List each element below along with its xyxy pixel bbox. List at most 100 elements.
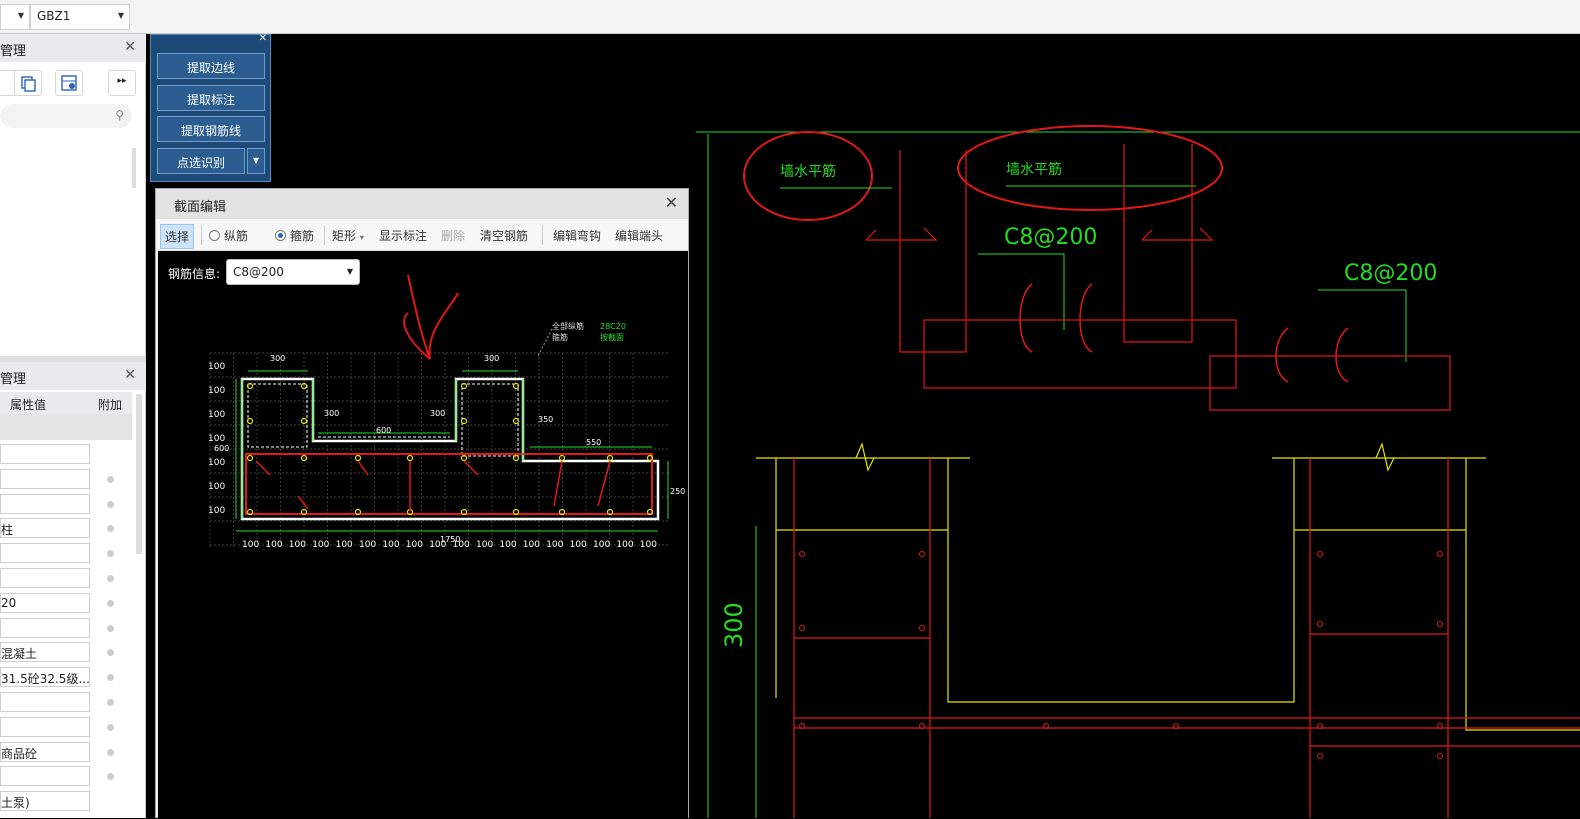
- property-value-field[interactable]: [0, 692, 90, 712]
- extra-dot-icon[interactable]: [107, 773, 114, 781]
- property-value-field[interactable]: [0, 493, 90, 514]
- rebar-point: [406, 454, 414, 462]
- tick-label: 100: [382, 540, 399, 550]
- longitudinal-radio[interactable]: 纵筋: [209, 227, 248, 244]
- scrollbar[interactable]: [132, 148, 136, 188]
- component-combo[interactable]: GBZ1 ▼: [30, 4, 130, 30]
- rebar-circle: [1317, 753, 1323, 759]
- rebar-point: [460, 417, 468, 425]
- copy-icon: [21, 76, 36, 92]
- property-value-field[interactable]: [0, 716, 90, 737]
- section-canvas[interactable]: 钢筋信息: C8@200 ▼ 全部纵筋 箍筋 28C20 按截面 300 300 …: [158, 251, 688, 819]
- property-value-field[interactable]: 31.5砼32.5级...: [0, 667, 90, 688]
- property-value-field[interactable]: [0, 617, 90, 638]
- divider: [201, 225, 202, 245]
- rebar-point: [354, 454, 362, 462]
- rebar-circle: [1437, 753, 1443, 759]
- layer-copy-button[interactable]: [55, 70, 83, 96]
- close-icon[interactable]: ✕: [124, 39, 136, 55]
- delete-button[interactable]: 删除: [441, 227, 465, 244]
- prop-header: 属性值 附加: [0, 392, 132, 414]
- rect-dropdown[interactable]: 矩形 ▾: [332, 227, 364, 244]
- property-value-field[interactable]: 混凝土: [0, 642, 90, 663]
- extra-dot-icon[interactable]: [107, 723, 114, 731]
- annotation-arrow: [403, 274, 459, 360]
- extra-dot-icon[interactable]: [107, 500, 114, 508]
- floor-combo[interactable]: ▼: [0, 4, 30, 30]
- leader-line: [537, 328, 553, 357]
- extra-dot-icon[interactable]: [107, 575, 114, 582]
- wall-rebar: [793, 458, 1580, 818]
- extra-dot-icon[interactable]: [107, 599, 114, 607]
- identify-palette: ✕ 提取边线 提取标注 提取钢筋线 点选识别 ▾: [150, 33, 271, 182]
- property-value-field[interactable]: [0, 543, 90, 564]
- close-icon[interactable]: ✕: [259, 33, 267, 44]
- dim-label: 300: [430, 409, 445, 418]
- component-combo-value: GBZ1: [37, 9, 71, 23]
- dim-label: 300: [324, 409, 339, 418]
- rebar-circle: [1317, 551, 1323, 557]
- property-value-field[interactable]: 商品砼: [0, 741, 90, 762]
- search-input[interactable]: ⚲: [0, 104, 132, 128]
- expand-button[interactable]: ▸▸: [108, 70, 136, 96]
- extract-dim-button[interactable]: 提取标注: [157, 85, 265, 111]
- panel-title-bar: 管理 ✕: [0, 362, 146, 390]
- section-drawing: 全部纵筋 箍筋 28C20 按截面 300 300 300 300 600 35…: [208, 274, 685, 550]
- cad-label: 墙水平筋: [1006, 161, 1062, 178]
- tick-label: 100: [523, 540, 540, 550]
- tick-label: 100: [208, 482, 225, 492]
- break-symbol: [855, 442, 1395, 472]
- rebar-point: [246, 454, 254, 462]
- tick-label: 100: [359, 540, 376, 550]
- clear-rebar-button[interactable]: 清空钢筋: [480, 227, 528, 244]
- extra-dot-icon[interactable]: [107, 649, 114, 657]
- extract-edge-button[interactable]: 提取边线: [157, 53, 265, 79]
- extra-dot-icon[interactable]: [107, 674, 114, 682]
- tie-line: [553, 460, 563, 507]
- property-value-field[interactable]: 20: [0, 592, 90, 613]
- divider: [542, 225, 543, 245]
- close-icon[interactable]: ✕: [124, 367, 136, 383]
- stirrup-radio[interactable]: 箍筋: [275, 227, 314, 244]
- property-value-field[interactable]: [0, 766, 90, 787]
- extract-rebar-button[interactable]: 提取钢筋线: [157, 116, 265, 142]
- tie-line: [297, 495, 309, 510]
- scrollbar[interactable]: [136, 394, 142, 554]
- property-value-field[interactable]: 柱: [0, 518, 90, 539]
- dialog-toolbar: 选择 纵筋 箍筋 矩形 ▾ 显示标注 删除 清空钢筋 编辑弯钩 编辑端头: [156, 219, 688, 251]
- stirrup-main: [245, 453, 653, 515]
- legend-label-2: 箍筋: [552, 332, 568, 342]
- extra-dot-icon[interactable]: [107, 748, 114, 756]
- point-identify-button[interactable]: 点选识别: [157, 148, 245, 174]
- edit-hook-button[interactable]: 编辑弯钩: [553, 227, 601, 244]
- extra-dot-icon[interactable]: [107, 475, 114, 483]
- extra-dot-icon[interactable]: [107, 525, 114, 533]
- rect-label: 矩形: [332, 229, 357, 243]
- tick-label: 100: [208, 434, 225, 444]
- extra-dot-icon[interactable]: [107, 550, 114, 558]
- hidden-column-rebar: [1209, 355, 1451, 411]
- close-icon[interactable]: ✕: [665, 193, 678, 212]
- copy-button[interactable]: [14, 70, 42, 96]
- tick-label: 100: [640, 540, 657, 550]
- property-value-field[interactable]: 土泵): [0, 791, 90, 812]
- panel-title-bar: 管理 ✕: [0, 34, 146, 62]
- rebar-circle: [1437, 621, 1443, 627]
- tie-lines: [255, 460, 611, 511]
- col-extra-header: 附加: [98, 398, 123, 412]
- dim-label: 250: [670, 487, 685, 496]
- extra-dot-icon[interactable]: [107, 624, 114, 632]
- select-tool[interactable]: 选择: [160, 224, 195, 249]
- rebar-circle: [799, 551, 805, 557]
- divider: [324, 225, 325, 245]
- show-dim-button[interactable]: 显示标注: [379, 227, 427, 244]
- cad-canvas[interactable]: 墙水平筋 墙水平筋 C8@200 C8@200 300: [696, 34, 1580, 818]
- extra-dot-icon[interactable]: [107, 699, 114, 706]
- tick-label: 100: [208, 506, 225, 516]
- property-value-field[interactable]: [0, 568, 90, 588]
- point-identify-dropdown[interactable]: ▾: [247, 148, 265, 174]
- panel-title: 管理: [0, 44, 27, 59]
- property-value-field[interactable]: [0, 444, 90, 464]
- property-value-field[interactable]: [0, 468, 90, 489]
- edit-end-button[interactable]: 编辑端头: [615, 227, 663, 244]
